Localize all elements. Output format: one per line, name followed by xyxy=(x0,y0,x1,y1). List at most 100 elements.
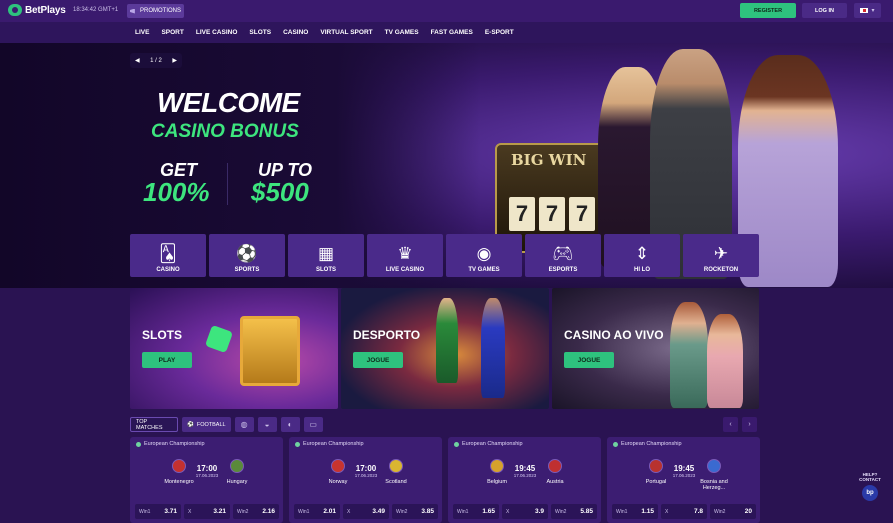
tab-football[interactable]: ⚽ FOOTBALL xyxy=(182,417,231,432)
category-label: ROCKETON xyxy=(703,267,739,273)
category-rocketon[interactable]: ✈ ROCKETON xyxy=(683,234,759,277)
hero-title: WELCOME xyxy=(157,87,300,118)
rocket-icon: ✈ xyxy=(713,244,729,263)
tab-football-label: FOOTBALL xyxy=(196,421,226,428)
odd-win1[interactable]: Win1 2.01 xyxy=(294,504,340,519)
category-casino[interactable]: 🂡 CASINO xyxy=(130,234,206,277)
nav-tv-games[interactable]: TV GAMES xyxy=(385,29,419,36)
slot-reels-image xyxy=(240,316,300,386)
login-button[interactable]: LOG IN xyxy=(802,3,847,18)
match-cards: European Championship Montenegro 17:00 17… xyxy=(130,437,760,523)
team-badge-icon xyxy=(649,459,663,473)
big-win-sign: BIG WIN xyxy=(511,151,587,169)
next-arrow-icon[interactable]: › xyxy=(742,417,757,432)
home-team: Montenegro xyxy=(164,479,194,485)
category-label: LIVE CASINO xyxy=(385,267,425,273)
play-button[interactable]: JOGUE xyxy=(564,352,614,368)
dice-image xyxy=(204,324,234,354)
nav-virtual-sport[interactable]: VIRTUAL SPORT xyxy=(320,29,372,36)
team-badge-icon xyxy=(230,459,244,473)
category-hi-lo[interactable]: ⇕ HI LO xyxy=(604,234,680,277)
league-icon xyxy=(136,441,141,447)
tab-volleyball-icon[interactable]: ◒ xyxy=(257,417,277,432)
category-sports[interactable]: ⚽ SPORTS xyxy=(209,234,285,277)
team-badge-icon xyxy=(707,459,721,473)
odd-draw[interactable]: X 3.9 xyxy=(502,504,548,519)
tab-top-matches[interactable]: TOP MATCHES xyxy=(130,417,178,432)
team-badge-icon xyxy=(331,459,345,473)
banner-casino-ao-vivo[interactable]: CASINO AO VIVO JOGUE xyxy=(552,288,759,409)
home-team: Portugal xyxy=(645,479,667,485)
match-card[interactable]: European Championship Portugal 19:45 17.0… xyxy=(607,437,760,523)
hero-amount: $500 xyxy=(251,177,309,207)
category-label: TV GAMES xyxy=(468,267,500,273)
league-icon xyxy=(295,441,300,447)
gamepad-icon: 🎮︎ xyxy=(552,244,574,263)
promotions-button[interactable]: PROMOTIONS xyxy=(127,4,184,18)
register-button[interactable]: REGISTER xyxy=(740,3,796,18)
logo[interactable]: BetPlays xyxy=(8,4,66,16)
odd-win2[interactable]: Win2 20 xyxy=(710,504,756,519)
team-badge-icon xyxy=(172,459,186,473)
matches-pager: ‹ › xyxy=(723,417,757,432)
odd-win2[interactable]: Win2 5.85 xyxy=(551,504,597,519)
odd-draw[interactable]: X 3.49 xyxy=(343,504,389,519)
home-team: Belgium xyxy=(487,479,507,485)
match-card[interactable]: European Championship Norway 17:00 17.06.… xyxy=(289,437,442,523)
nav-esport[interactable]: E-SPORT xyxy=(485,29,514,36)
football-player-blue xyxy=(481,298,505,398)
odd-win1[interactable]: Win1 1.65 xyxy=(453,504,499,519)
team-badge-icon xyxy=(548,459,562,473)
banner-slots[interactable]: SLOTS PLAY xyxy=(130,288,338,409)
play-button[interactable]: PLAY xyxy=(142,352,192,368)
banner-desporto[interactable]: DESPORTO JOGUE xyxy=(341,288,549,409)
help-widget[interactable]: HELP? CONTACT bp xyxy=(855,472,885,501)
hero-subtitle: CASINO BONUS xyxy=(151,121,299,142)
dealer-icon: ♛ xyxy=(397,244,413,263)
chat-icon[interactable]: bp xyxy=(862,485,878,501)
nav-slots[interactable]: SLOTS xyxy=(249,29,271,36)
match-card[interactable]: European Championship Montenegro 17:00 17… xyxy=(130,437,283,523)
tab-tennis-icon[interactable]: ◐ xyxy=(280,417,300,432)
nav-fast-games[interactable]: FAST GAMES xyxy=(431,29,473,36)
logo-icon xyxy=(8,4,22,16)
reel: 7 xyxy=(539,197,565,231)
top-bar: BetPlays 18:34:42 GMT+1 PROMOTIONS REGIS… xyxy=(0,0,893,22)
category-slots[interactable]: ▦ SLOTS xyxy=(288,234,364,277)
category-label: ESPORTS xyxy=(548,267,578,273)
nav-sport[interactable]: SPORT xyxy=(161,29,183,36)
odd-draw[interactable]: X 3.21 xyxy=(184,504,230,519)
cards-icon: 🂡 xyxy=(159,244,177,263)
odd-win2[interactable]: Win2 2.16 xyxy=(233,504,279,519)
nav-casino[interactable]: CASINO xyxy=(283,29,308,36)
tab-basketball-icon[interactable]: ◍ xyxy=(234,417,254,432)
odd-draw[interactable]: X 7.8 xyxy=(661,504,707,519)
pager-next-icon[interactable]: ▶ xyxy=(172,57,177,64)
category-esports[interactable]: 🎮︎ ESPORTS xyxy=(525,234,601,277)
team-badge-icon xyxy=(389,459,403,473)
match-card[interactable]: European Championship Belgium 19:45 17.06… xyxy=(448,437,601,523)
main-nav: LIVE SPORT LIVE CASINO SLOTS CASINO VIRT… xyxy=(0,22,893,43)
reel: 7 xyxy=(509,197,535,231)
match-tabs: TOP MATCHES ⚽ FOOTBALL ◍ ◒ ◐ ▭ xyxy=(130,417,323,432)
category-tiles: 🂡 CASINO ⚽ SPORTS ▦ SLOTS ♛ LIVE CASINO … xyxy=(130,234,759,277)
odd-win1[interactable]: Win1 3.71 xyxy=(135,504,181,519)
category-live-casino[interactable]: ♛ LIVE CASINO xyxy=(367,234,443,277)
language-selector[interactable]: ▾ xyxy=(854,3,881,18)
slot-machine-icon: ▦ xyxy=(317,244,335,263)
prev-arrow-icon[interactable]: ‹ xyxy=(723,417,738,432)
nav-live[interactable]: LIVE xyxy=(135,29,149,36)
away-team: Bosnia and Herzeg... xyxy=(700,479,728,491)
category-tv-games[interactable]: ◉ TV GAMES xyxy=(446,234,522,277)
football-player-green xyxy=(436,298,458,383)
odd-win1[interactable]: Win1 1.15 xyxy=(612,504,658,519)
odd-win2[interactable]: Win2 3.85 xyxy=(392,504,438,519)
tab-more-icon[interactable]: ▭ xyxy=(303,417,323,432)
tv-ball-icon: ◉ xyxy=(476,244,492,263)
league-icon xyxy=(613,441,618,447)
nav-live-casino[interactable]: LIVE CASINO xyxy=(196,29,238,36)
away-team: Hungary xyxy=(226,479,248,485)
play-button[interactable]: JOGUE xyxy=(353,352,403,368)
pager-prev-icon[interactable]: ◀ xyxy=(135,57,140,64)
away-team: Scotland xyxy=(385,479,407,485)
